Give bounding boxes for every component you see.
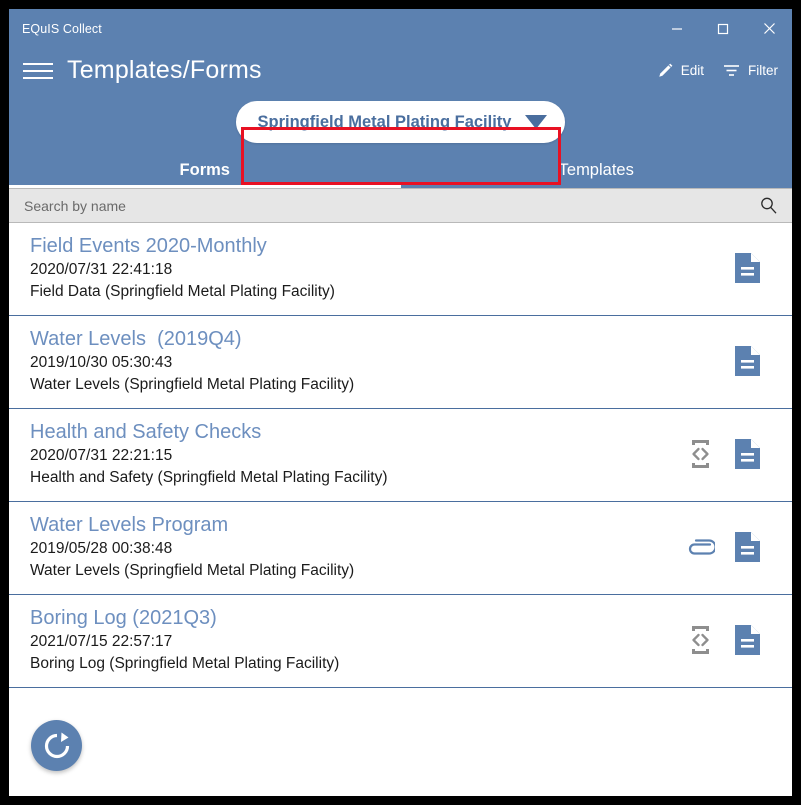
tab-templates-label: Templates [558, 161, 634, 179]
list-item-date: 2019/05/28 00:38:48 [30, 540, 173, 557]
edit-label: Edit [680, 63, 704, 78]
facility-dropdown-value: Springfield Metal Plating Facility [257, 112, 512, 131]
facility-dropdown[interactable]: Springfield Metal Plating Facility [235, 101, 566, 143]
filter-icon [722, 62, 741, 79]
list-item-text: Field Events 2020-Monthly 2020/07/31 22:… [30, 233, 733, 303]
list-item-subtitle: Water Levels (Springfield Metal Plating … [30, 376, 355, 393]
edit-button[interactable]: Edit [657, 62, 704, 79]
form-document-icon[interactable] [733, 251, 762, 285]
list-item[interactable]: Boring Log (2021Q3) 2021/07/15 22:57:17 … [9, 595, 792, 688]
forms-list: Field Events 2020-Monthly 2020/07/31 22:… [9, 223, 792, 701]
list-item[interactable]: Field Events 2020-Monthly 2020/07/31 22:… [9, 223, 792, 316]
form-document-icon[interactable] [733, 530, 762, 564]
list-item-date: 2019/10/30 05:30:43 [30, 354, 173, 371]
list-item-subtitle: Field Data (Springfield Metal Plating Fa… [30, 283, 335, 300]
list-item-title: Health and Safety Checks [30, 421, 262, 443]
search-bar [9, 188, 792, 223]
header-actions: Edit Filter [657, 48, 778, 93]
tab-bar: Forms Templates [9, 151, 792, 188]
list-item-subtitle: Health and Safety (Springfield Metal Pla… [30, 469, 388, 486]
list-item-title: Field Events 2020-Monthly [30, 235, 267, 257]
list-item-subtitle: Water Levels (Springfield Metal Plating … [30, 562, 355, 579]
refresh-sync-icon [41, 730, 73, 762]
list-item-title: Water Levels Program [30, 514, 229, 536]
list-item-text: Boring Log (2021Q3) 2021/07/15 22:57:17 … [30, 605, 686, 675]
code-script-icon[interactable] [686, 437, 715, 471]
list-item-date: 2020/07/31 22:41:18 [30, 261, 173, 278]
header-row: Templates/Forms Edit Filter [9, 48, 792, 93]
form-document-icon[interactable] [733, 437, 762, 471]
list-item-icons [733, 344, 762, 378]
facility-selector-area: Springfield Metal Plating Facility [9, 93, 792, 151]
list-item-subtitle: Boring Log (Springfield Metal Plating Fa… [30, 655, 340, 672]
window-title: EQuIS Collect [22, 21, 102, 36]
list-item-text: Health and Safety Checks 2020/07/31 22:2… [30, 419, 686, 489]
maximize-button[interactable] [700, 9, 746, 48]
search-input[interactable] [22, 188, 759, 223]
list-item-icons [685, 530, 762, 564]
title-bar: EQuIS Collect [9, 9, 792, 48]
application-window: EQuIS Collect Templates/Forms Edit Filte… [9, 9, 792, 796]
paperclip-attachment-icon[interactable] [685, 535, 715, 559]
list-item-text: Water Levels (2019Q4) 2019/10/30 05:30:4… [30, 326, 733, 396]
list-item-title: Boring Log (2021Q3) [30, 607, 217, 629]
list-item[interactable]: Water Levels Program 2019/05/28 00:38:48… [9, 502, 792, 595]
list-item-title: Water Levels (2019Q4) [30, 328, 242, 350]
tab-templates[interactable]: Templates [401, 151, 793, 188]
refresh-button[interactable] [31, 720, 82, 771]
code-script-icon[interactable] [686, 623, 715, 657]
page-title: Templates/Forms [67, 56, 262, 84]
chevron-down-icon [525, 115, 548, 129]
hamburger-menu-icon[interactable] [23, 60, 53, 82]
list-item-icons [733, 251, 762, 285]
list-item[interactable]: Water Levels (2019Q4) 2019/10/30 05:30:4… [9, 316, 792, 409]
list-item-icons [686, 437, 762, 471]
search-icon[interactable] [759, 196, 778, 215]
minimize-button[interactable] [654, 9, 700, 48]
form-document-icon[interactable] [733, 623, 762, 657]
pencil-icon [657, 62, 674, 79]
app-header: Templates/Forms Edit Filter Springfield … [9, 48, 792, 188]
list-item-date: 2020/07/31 22:21:15 [30, 447, 173, 464]
tab-forms[interactable]: Forms [9, 151, 401, 188]
footer-bar [9, 701, 792, 796]
list-item-date: 2021/07/15 22:57:17 [30, 633, 173, 650]
list-item[interactable]: Health and Safety Checks 2020/07/31 22:2… [9, 409, 792, 502]
filter-label: Filter [748, 63, 778, 78]
form-document-icon[interactable] [733, 344, 762, 378]
list-item-text: Water Levels Program 2019/05/28 00:38:48… [30, 512, 685, 582]
filter-button[interactable]: Filter [722, 62, 778, 79]
tab-forms-label: Forms [179, 161, 230, 179]
close-button[interactable] [746, 9, 792, 48]
list-item-icons [686, 623, 762, 657]
window-controls [654, 9, 792, 48]
